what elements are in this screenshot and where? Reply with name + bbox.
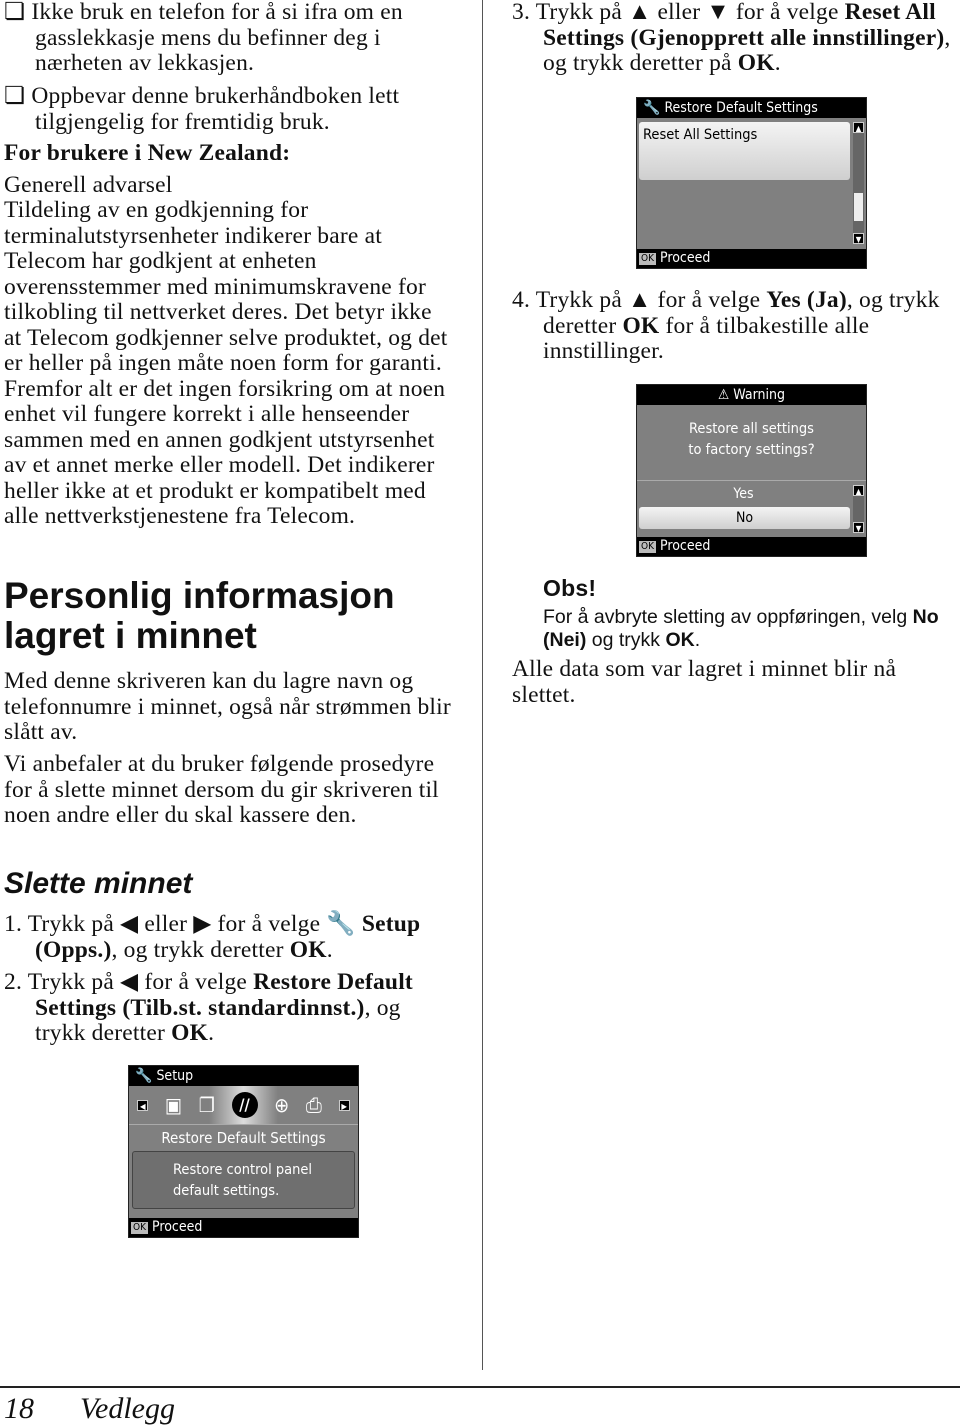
setup-icon: // [231, 1092, 258, 1118]
text-segment: 1. [4, 911, 28, 937]
note-title: Obs! [543, 575, 597, 601]
bullet-item: ❏ Oppbevar denne brukerhåndboken lett ti… [4, 83, 454, 135]
description-box: Restore control panel default settings. [132, 1151, 355, 1209]
text-segment: 3. [512, 0, 536, 25]
step-3: 3. Trykk på ▲ eller ▼ for å velge Reset … [512, 0, 960, 77]
text-segment: ❏ [4, 0, 32, 25]
note-text: For å avbryte sletting av oppføringen, v… [543, 606, 953, 652]
footer-section: Vedlegg [80, 1392, 175, 1425]
menu-item-reset-all[interactable]: Reset All Settings [639, 122, 850, 180]
memory-card-icon: ▣ [165, 1093, 183, 1117]
scrollbar[interactable]: ▲ ▼ [853, 485, 864, 533]
subsection-title: Slette minnet [4, 867, 193, 900]
lcd-setup-screen: 🔧 Setup ◀ ▣ ❐ // ⊕ ⎙ ▶ Restore Default S… [128, 1065, 359, 1238]
text-segment: . [208, 1020, 215, 1046]
scroll-down-icon[interactable]: ▼ [853, 233, 864, 244]
text-segment: Trykk på ◀ for å velge [27, 969, 254, 995]
setup-wrench-icon: 🔧 [643, 100, 661, 116]
text-segment: . [694, 629, 701, 651]
step-1: 1. Trykk på ◀ eller ▶ for å velge 🔧 Setu… [4, 911, 454, 963]
text-segment: OK [665, 629, 695, 651]
text-segment: Trykk på ◀ eller ▶ for å velge [27, 911, 327, 937]
proceed-bar: OK Proceed [129, 1218, 358, 1237]
text-segment: Trykk på ▲ eller ▼ for å velge [535, 0, 845, 25]
text-segment: 2. [4, 969, 28, 995]
screen-title: Restore Default Settings [664, 100, 818, 116]
right-arrow-icon: ▶ [338, 1099, 350, 1111]
description-line: Restore control panel [173, 1162, 313, 1178]
left-arrow-icon: ◀ [137, 1099, 149, 1111]
text-segment: og trykk [586, 629, 666, 651]
page-number: 18 [4, 1392, 34, 1425]
warning-icon: ⚠ [718, 387, 730, 403]
text-segment: For å avbryte sletting av oppføringen, v… [543, 606, 913, 628]
text-segment: OK [622, 312, 660, 339]
ok-icon: OK [131, 1221, 148, 1234]
text-segment: 4. [512, 287, 536, 313]
option-no[interactable]: No [639, 507, 850, 529]
scroll-thumb[interactable] [854, 193, 863, 221]
column-divider [482, 0, 483, 1370]
text-segment: . [326, 936, 333, 963]
selected-item: Restore Default Settings [161, 1129, 326, 1147]
paragraph: Med denne skriveren kan du lagre navn og… [4, 668, 451, 745]
scrollbar[interactable]: ▲ ▼ [853, 122, 864, 244]
text-segment: Oppbevar denne brukerhåndboken lett tilg… [31, 83, 400, 135]
nz-heading: For brukere i New Zealand: [4, 140, 291, 166]
lcd-restore-screen: 🔧 Restore Default Settings Reset All Set… [636, 97, 867, 269]
step-2: 2. Trykk på ◀ for å velge Restore Defaul… [4, 969, 454, 1047]
text-segment: OK [737, 50, 775, 76]
scroll-up-icon[interactable]: ▲ [853, 122, 864, 133]
proceed-bar: OK Proceed [637, 537, 866, 556]
screen-title-bar: 🔧 Restore Default Settings [637, 98, 866, 118]
proceed-label: Proceed [659, 250, 711, 266]
warning-message: Restore all settings to factory settings… [637, 405, 866, 481]
proceed-label: Proceed [151, 1219, 203, 1235]
bullet-item: ❏ Ikke bruk en telefon for å si ifra om … [4, 0, 454, 77]
setup-wrench-icon: 🔧 [135, 1068, 153, 1084]
scroll-down-icon[interactable]: ▼ [853, 522, 864, 533]
text-segment: Yes (Ja) [766, 287, 847, 313]
nz-paragraph: Tildeling av en godkjenning for terminal… [4, 197, 448, 529]
text-segment: ❏ [4, 83, 32, 109]
section-title: Personlig informasjon lagret i minnet [4, 575, 395, 656]
text-segment: , og trykk deretter [111, 936, 290, 963]
screen-title-bar: 🔧 Setup [129, 1066, 358, 1086]
scroll-up-icon[interactable]: ▲ [853, 485, 864, 496]
copy-icon: ❐ [198, 1093, 215, 1117]
message-line: Restore all settings [689, 421, 814, 437]
final-paragraph: Alle data som var lagret i minnet blir n… [512, 656, 897, 708]
maintenance-icon: ⎙ [305, 1093, 322, 1117]
step-4: 4. Trykk på ▲ for å velge Yes (Ja), og t… [512, 287, 960, 365]
proceed-bar: OK Proceed [637, 249, 866, 268]
text-segment: Trykk på ▲ for å velge [535, 287, 767, 313]
text-segment: . [774, 50, 781, 76]
nz-subheading: Generell advarsel [4, 172, 173, 198]
text-segment: OK [289, 936, 327, 963]
screen-title: Setup [156, 1068, 194, 1084]
description-line: default settings. [173, 1183, 280, 1199]
message-line: to factory settings? [688, 442, 815, 458]
screen-title: Warning [733, 387, 785, 403]
proceed-label: Proceed [659, 538, 711, 554]
paragraph: Vi anbefaler at du bruker følgende prose… [4, 751, 439, 828]
footer-rule [0, 1386, 960, 1388]
ok-icon: OK [639, 540, 656, 553]
ok-icon: OK [639, 252, 656, 265]
option-yes[interactable]: Yes [637, 481, 850, 507]
text-segment: OK [171, 1020, 209, 1046]
lcd-warning-screen: ⚠ Warning Restore all settings to factor… [636, 384, 867, 557]
scan-icon: ⊕ [274, 1093, 290, 1117]
icon-carousel: ◀ ▣ ❐ // ⊕ ⎙ ▶ [129, 1086, 358, 1125]
text-segment: Ikke bruk en telefon for å si ifra om en… [31, 0, 403, 76]
screen-title-bar: ⚠ Warning [637, 385, 866, 405]
